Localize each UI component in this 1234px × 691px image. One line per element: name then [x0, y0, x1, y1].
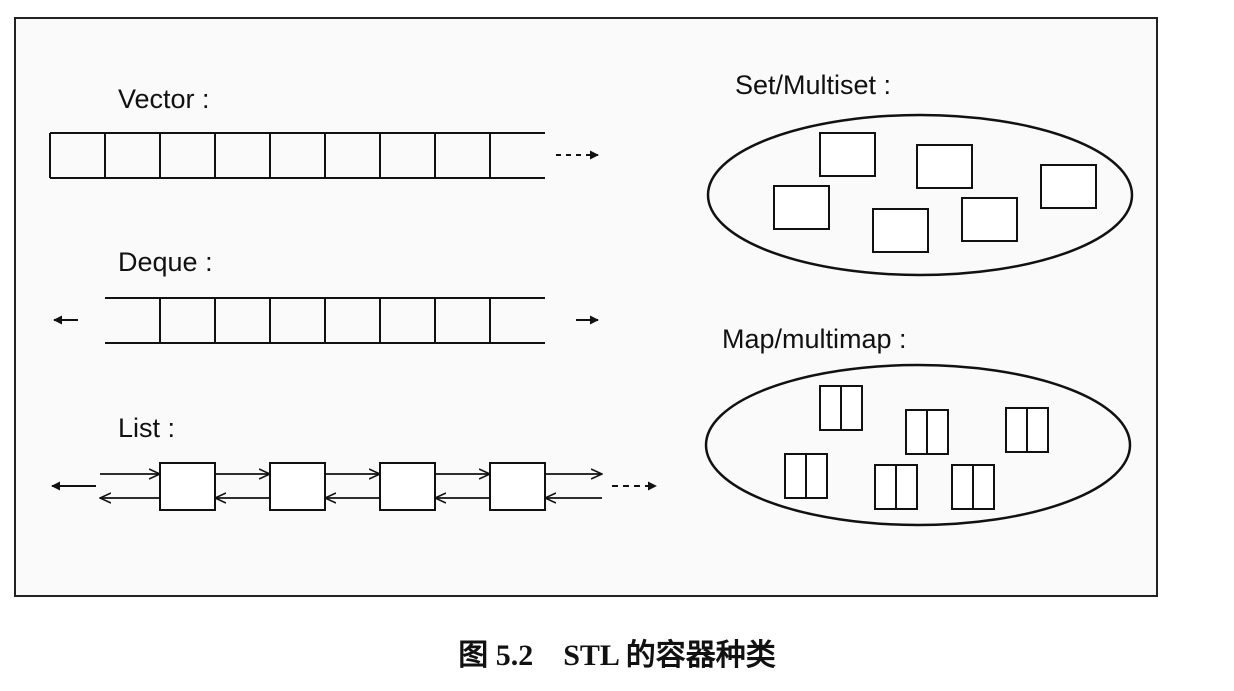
list-node — [489, 462, 546, 511]
set-element — [961, 197, 1018, 242]
stl-container-diagram: Vector : Deque : List : Set/Multiset : M… — [14, 17, 1158, 672]
set-element — [1040, 164, 1097, 209]
list-node — [379, 462, 436, 511]
list-label: List : — [118, 413, 175, 443]
deque-label: Deque : — [118, 247, 213, 277]
set-element — [773, 185, 830, 230]
set-element — [872, 208, 929, 253]
set-element — [819, 132, 876, 177]
vector-label: Vector : — [118, 84, 210, 114]
figure-caption: 图 5.2 STL 的容器种类 — [458, 639, 776, 672]
list-node — [269, 462, 326, 511]
map-label: Map/multimap : — [722, 324, 907, 354]
set-element — [916, 144, 973, 189]
set-label: Set/Multiset : — [735, 70, 891, 100]
list-node — [159, 462, 216, 511]
